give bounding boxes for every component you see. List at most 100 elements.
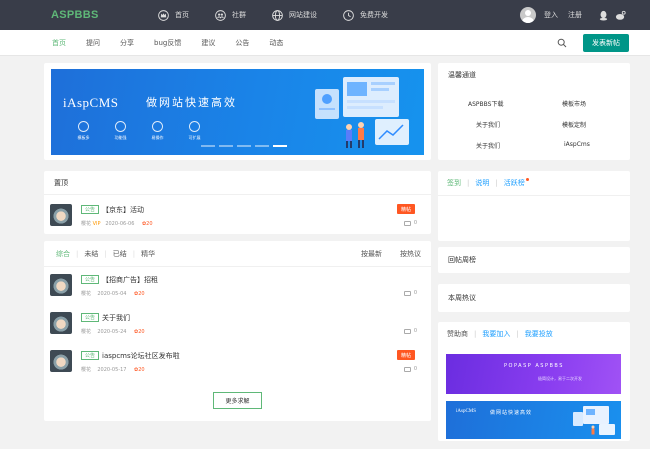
status-badge: 精帖	[396, 350, 415, 360]
tab-all[interactable]: 综合	[56, 249, 70, 259]
quick-links-heading: 温馨通道	[448, 71, 476, 79]
more-button[interactable]: 更多求解	[213, 392, 262, 409]
banner-carousel[interactable]: iAspCMS 做网站快速高效 模板多 功能强 易操作 可扩展	[51, 69, 424, 155]
quick-link[interactable]: ASPBBS下载	[468, 99, 503, 108]
banner-title: iAspCMS	[63, 95, 119, 110]
search-icon[interactable]	[557, 38, 567, 48]
category-tag[interactable]: 公告	[81, 351, 100, 360]
site-logo[interactable]: ASPBBS	[51, 9, 99, 21]
sponsor-panel: 赞助商 | 我要加入 | 我要投放 POPASP ASPBBS 极简设计，易于二次开…	[438, 322, 630, 441]
top-nav-dev[interactable]: 免费开发	[343, 9, 388, 21]
tab-signin-help[interactable]: 说明	[475, 178, 489, 188]
author-name[interactable]: 樱花	[81, 367, 91, 373]
vip-badge: VIP	[92, 221, 101, 227]
post-list-panel: 综合 | 未结 | 已结 | 精华 按最新 按热议 公告 【招商广告】招租 樱花 20…	[44, 241, 431, 421]
comment-count: 0	[403, 290, 417, 296]
hot-topics-heading: 本周热议	[448, 294, 476, 302]
avatar[interactable]	[50, 312, 72, 334]
post-date: 2020-05-04	[97, 291, 127, 297]
clock-icon	[343, 9, 354, 21]
post-title[interactable]: iaspcms论坛社区发布啦	[102, 351, 180, 361]
comment-count: 0	[403, 220, 417, 226]
top-nav-home[interactable]: 首页	[158, 9, 189, 21]
subnav-share[interactable]: 分享	[120, 38, 134, 48]
pinned-panel: 置顶 公告 【京东】活动 樱花 VIP 2020-06-06 ✿20 精帖 0	[44, 171, 431, 234]
tab-active-rank[interactable]: 活跃榜	[504, 178, 525, 188]
post-meta: 樱花 2020-05-17 ✿20	[81, 366, 145, 373]
subnav-news[interactable]: 动态	[269, 38, 283, 48]
top-nav-website[interactable]: 网站建设	[272, 9, 317, 21]
sort-hot[interactable]: 按热议	[400, 249, 421, 259]
globe-icon	[272, 9, 283, 21]
subnav-bug[interactable]: bug反馈	[154, 38, 181, 48]
author-name[interactable]: 樱花	[81, 329, 91, 335]
subnav-notice[interactable]: 公告	[235, 38, 249, 48]
banner-panel: iAspCMS 做网站快速高效 模板多 功能强 易操作 可扩展	[44, 63, 431, 160]
author-name[interactable]: 樱花	[81, 221, 91, 227]
carousel-dot-active[interactable]	[273, 145, 287, 147]
pinned-heading: 置顶	[44, 171, 431, 195]
tab-featured[interactable]: 精华	[141, 249, 155, 259]
carousel-dot[interactable]	[201, 145, 215, 147]
banner-slogan: 做网站快速高效	[146, 96, 237, 109]
reply-rank-heading: 回帖周榜	[448, 256, 476, 264]
ad-banner-aspbbs[interactable]: POPASP ASPBBS 极简设计，易于二次开发	[446, 354, 621, 394]
avatar[interactable]	[50, 350, 72, 372]
crown-icon	[158, 9, 169, 21]
comment-icon	[403, 366, 411, 372]
feature-item: 可扩展	[176, 121, 213, 141]
carousel-indicators	[201, 145, 291, 147]
reward-amount: ✿20	[134, 291, 145, 297]
post-meta: 樱花 2020-05-24 ✿20	[81, 328, 145, 335]
carousel-dot[interactable]	[237, 145, 251, 147]
quick-link[interactable]: 模板市场	[562, 99, 586, 108]
status-badge: 精帖	[396, 204, 415, 214]
quick-link[interactable]: 关于我们	[476, 120, 500, 129]
feature-item: 模板多	[65, 121, 102, 141]
avatar[interactable]	[520, 7, 536, 23]
ad-banner-iaspcms[interactable]: iAspCMS 做网站快速高效	[446, 401, 621, 439]
reply-rank-panel: 回帖周榜	[438, 247, 630, 273]
post-title[interactable]: 关于我们	[102, 313, 130, 323]
comment-icon	[403, 220, 411, 226]
top-nav-community[interactable]: 社群	[215, 9, 246, 21]
post-new-button[interactable]: 发表新帖	[583, 34, 629, 52]
post-meta: 樱花 2020-05-04 ✿20	[81, 290, 145, 297]
category-tag[interactable]: 公告	[81, 205, 100, 214]
sponsor-tabs: 赞助商 | 我要加入 | 我要投放	[447, 329, 553, 339]
reward-amount: ✿20	[134, 329, 145, 335]
feature-item: 功能强	[102, 121, 139, 141]
author-name[interactable]: 樱花	[81, 291, 91, 297]
weibo-icon[interactable]	[615, 10, 626, 21]
quick-link[interactable]: 模板定制	[562, 120, 586, 129]
quick-link[interactable]: 关于我们	[476, 141, 500, 150]
register-link[interactable]: 注册	[568, 10, 582, 20]
tab-solved[interactable]: 已结	[113, 249, 127, 259]
tab-signin[interactable]: 签到	[447, 178, 461, 188]
subnav-suggest[interactable]: 建议	[201, 38, 215, 48]
qq-icon[interactable]	[598, 10, 609, 21]
category-tag[interactable]: 公告	[81, 313, 100, 322]
post-title[interactable]: 【京东】活动	[102, 205, 144, 215]
post-title[interactable]: 【招商广告】招租	[102, 275, 158, 285]
sort-newest[interactable]: 按最新	[361, 249, 382, 259]
subnav-ask[interactable]: 提问	[86, 38, 100, 48]
sub-nav: 首页 提问 分享 bug反馈 建议 公告 动态	[0, 30, 650, 56]
carousel-dot[interactable]	[255, 145, 269, 147]
login-link[interactable]: 登入	[544, 10, 558, 20]
rocket-icon	[189, 121, 200, 132]
avatar[interactable]	[50, 204, 72, 226]
tab-join[interactable]: 我要加入	[482, 329, 510, 339]
tab-unsolved[interactable]: 未结	[84, 249, 98, 259]
quick-links-panel: 温馨通道 ASPBBS下载 模板市场 关于我们 模板定制 关于我们 iAspCm…	[438, 63, 630, 160]
post-date: 2020-05-24	[97, 329, 127, 335]
top-bar: ASPBBS 首页 社群 网站建设 免费开发 登入 注册	[0, 0, 650, 30]
tab-sponsor[interactable]: 赞助商	[447, 329, 468, 339]
subnav-home[interactable]: 首页	[52, 38, 66, 48]
tab-advertise[interactable]: 我要投放	[525, 329, 553, 339]
category-tag[interactable]: 公告	[81, 275, 100, 284]
quick-link[interactable]: iAspCms	[564, 141, 590, 148]
carousel-dot[interactable]	[219, 145, 233, 147]
post-date: 2020-05-17	[97, 367, 127, 373]
avatar[interactable]	[50, 274, 72, 296]
